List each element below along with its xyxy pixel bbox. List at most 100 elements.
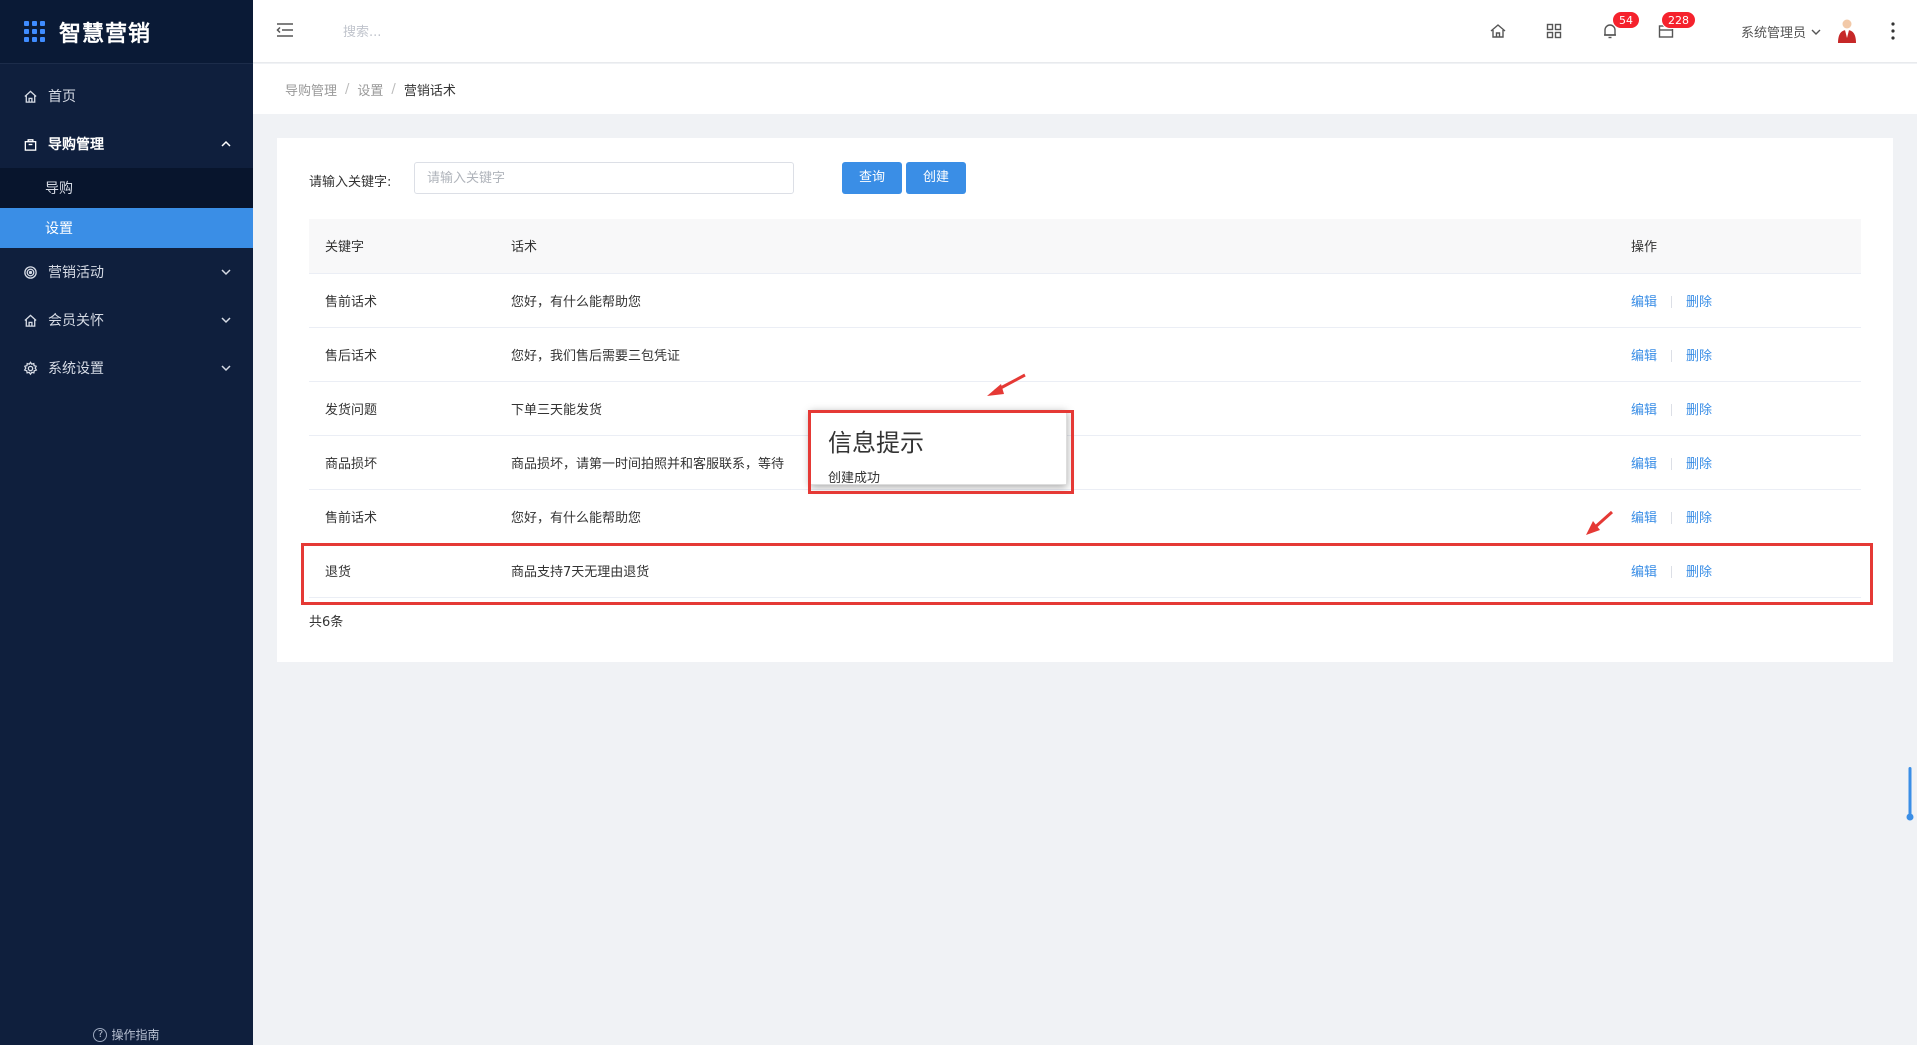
divider	[1671, 512, 1673, 524]
divider	[1671, 350, 1673, 362]
user-name: 系统管理员	[1741, 26, 1807, 41]
breadcrumb-item[interactable]: 设置	[357, 80, 383, 99]
cell-ops: 编辑 删除	[1615, 327, 1861, 382]
notification-count-badge: 54	[1612, 11, 1640, 29]
avatar[interactable]	[1836, 18, 1858, 44]
cell-keyword: 退货	[309, 543, 495, 598]
query-button[interactable]: 查询	[842, 162, 902, 194]
breadcrumb-item[interactable]: 导购管理	[285, 80, 337, 99]
delete-link[interactable]: 删除	[1686, 511, 1712, 526]
sidebar-subitem-settings[interactable]: 设置	[0, 208, 253, 248]
cell-script: 商品支持7天无理由退货	[495, 543, 1615, 598]
delete-link[interactable]: 删除	[1686, 403, 1712, 418]
edit-link[interactable]: 编辑	[1631, 457, 1657, 472]
chevron-down-icon	[221, 269, 231, 276]
cell-keyword: 售后话术	[309, 327, 495, 382]
cell-ops: 编辑 删除	[1615, 435, 1861, 490]
delete-link[interactable]: 删除	[1686, 349, 1712, 364]
cell-script: 您好，有什么能帮助您	[495, 273, 1615, 328]
target-icon	[22, 264, 38, 280]
sidebar-item-marketing[interactable]: 营销活动	[0, 248, 253, 296]
content-card: 请输入关键字: 查询 创建 关键字 话术 操作 售前话术 您好，有什么能帮助您 …	[277, 138, 1893, 662]
table-row: 售后话术 您好，我们售后需要三包凭证 编辑 删除	[309, 327, 1861, 382]
cell-ops: 编辑 删除	[1615, 543, 1861, 598]
table-row: 发货问题 下单三天能发货 编辑 删除	[309, 381, 1861, 436]
scroll-handle[interactable]	[1906, 767, 1914, 823]
submenu-guide-management: 导购 设置	[0, 168, 253, 248]
gear-icon	[22, 360, 38, 376]
edit-link[interactable]: 编辑	[1631, 403, 1657, 418]
table-row: 商品损坏 商品损坏，请第一时间拍照并和客服联系，等待 编辑 删除	[309, 435, 1861, 490]
operation-guide-link[interactable]: ? 操作指南	[0, 1026, 253, 1043]
sidebar-item-label: 营销活动	[48, 265, 104, 281]
chevron-down-icon	[1811, 29, 1821, 35]
sidebar-subitem-label: 导购	[45, 181, 73, 197]
table-row: 退货 商品支持7天无理由退货 编辑 删除	[309, 543, 1861, 598]
sidebar-item-system-settings[interactable]: 系统设置	[0, 344, 253, 392]
toast-title: 信息提示	[828, 429, 924, 457]
edit-link[interactable]: 编辑	[1631, 295, 1657, 310]
bag-icon	[22, 136, 38, 152]
breadcrumb-separator: /	[391, 81, 396, 97]
operation-guide-label: 操作指南	[111, 1028, 160, 1042]
divider	[1671, 458, 1673, 470]
breadcrumb: 导购管理 / 设置 / 营销话术	[253, 64, 1917, 114]
toast-message: 创建成功	[828, 471, 881, 486]
sidebar-item-home[interactable]: 首页	[0, 72, 253, 120]
user-menu[interactable]: 系统管理员	[1741, 22, 1822, 41]
home-icon[interactable]	[1489, 22, 1507, 40]
breadcrumb-separator: /	[345, 81, 350, 97]
sidebar-item-label: 系统设置	[48, 361, 104, 377]
menu-fold-icon[interactable]	[276, 22, 294, 38]
cell-keyword: 售前话术	[309, 273, 495, 328]
more-vertical-icon[interactable]	[1890, 20, 1896, 42]
message-count-badge: 228	[1661, 11, 1696, 29]
sidebar-item-member-care[interactable]: 会员关怀	[0, 296, 253, 344]
chevron-down-icon	[221, 317, 231, 324]
sidebar-subitem-label: 设置	[45, 221, 73, 237]
chevron-up-icon	[221, 140, 231, 147]
chevron-down-icon	[221, 365, 231, 372]
column-header-script: 话术	[495, 219, 1615, 274]
cell-ops: 编辑 删除	[1615, 273, 1861, 328]
delete-link[interactable]: 删除	[1686, 457, 1712, 472]
column-header-ops: 操作	[1615, 219, 1861, 274]
delete-link[interactable]: 删除	[1686, 295, 1712, 310]
apps-grid-icon	[24, 21, 45, 42]
total-count: 共6条	[309, 615, 344, 630]
sidebar-item-label: 导购管理	[48, 137, 104, 153]
cell-script: 您好，有什么能帮助您	[495, 489, 1615, 544]
cell-keyword: 售前话术	[309, 489, 495, 544]
cell-script: 您好，我们售后需要三包凭证	[495, 327, 1615, 382]
logo-bar: 智慧营销	[0, 0, 253, 64]
cell-ops: 编辑 删除	[1615, 489, 1861, 544]
sidebar-item-label: 会员关怀	[48, 313, 104, 329]
table-row: 售前话术 您好，有什么能帮助您 编辑 删除	[309, 273, 1861, 328]
divider	[1671, 404, 1673, 416]
divider	[1671, 566, 1673, 578]
cell-keyword: 发货问题	[309, 381, 495, 436]
grid-icon[interactable]	[1545, 22, 1563, 40]
home-icon	[22, 312, 38, 328]
delete-link[interactable]: 删除	[1686, 565, 1712, 580]
info-toast: 信息提示 创建成功	[810, 410, 1067, 486]
sidebar-subitem-guide[interactable]: 导购	[0, 168, 253, 208]
edit-link[interactable]: 编辑	[1631, 511, 1657, 526]
column-header-keyword: 关键字	[309, 219, 495, 274]
search-input[interactable]	[343, 20, 543, 44]
keyword-input[interactable]	[414, 162, 794, 194]
divider	[1671, 296, 1673, 308]
table-header-row: 关键字 话术 操作	[309, 219, 1861, 274]
scripts-table: 关键字 话术 操作 售前话术 您好，有什么能帮助您 编辑 删除 售后话术 您好，我…	[309, 219, 1861, 598]
create-button[interactable]: 创建	[906, 162, 966, 194]
home-icon	[22, 88, 38, 104]
edit-link[interactable]: 编辑	[1631, 565, 1657, 580]
sidebar-item-guide-management[interactable]: 导购管理	[0, 120, 253, 168]
breadcrumb-current: 营销话术	[403, 83, 456, 99]
cell-keyword: 商品损坏	[309, 435, 495, 490]
edit-link[interactable]: 编辑	[1631, 349, 1657, 364]
top-header: 54 228 系统管理员	[253, 0, 1917, 63]
table-row: 售前话术 您好，有什么能帮助您 编辑 删除	[309, 489, 1861, 544]
cell-ops: 编辑 删除	[1615, 381, 1861, 436]
sidebar-item-label: 首页	[48, 89, 76, 105]
